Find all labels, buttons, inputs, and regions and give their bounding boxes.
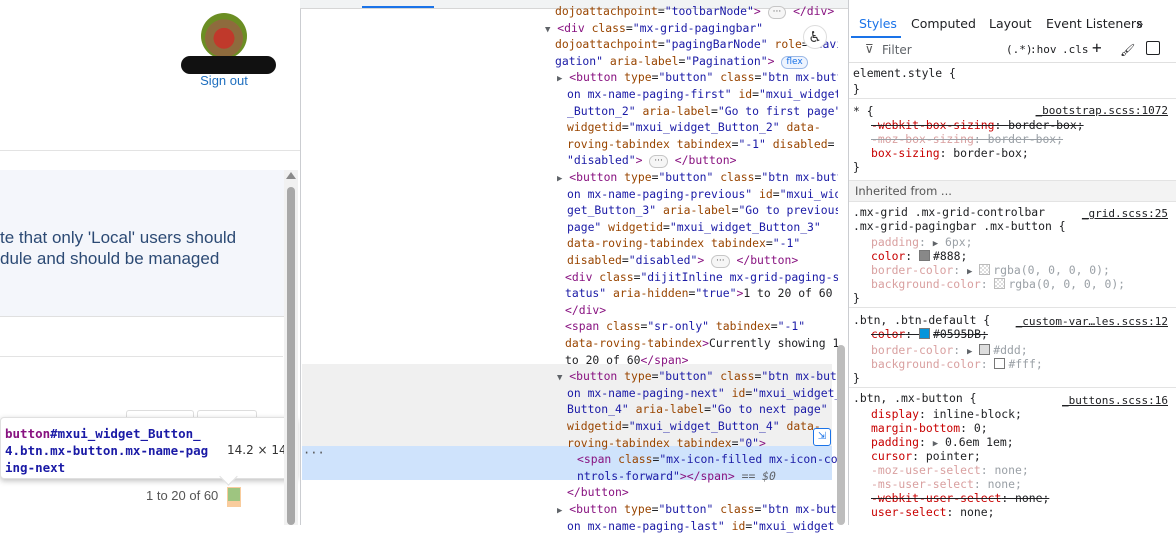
dom-tree-line[interactable]: roving-tabindex tabindex="0"> (567, 435, 838, 452)
filter-icon: ⊽ (865, 42, 874, 56)
dom-tree-line[interactable]: ▶ <button type="button" class="btn mx-bu… (557, 69, 838, 86)
tab-computed[interactable]: Computed (911, 16, 976, 31)
dom-tree-line[interactable]: <span class="mx-icon-filled mx-icon-co (577, 451, 838, 468)
btn-mx-button-selector[interactable]: .btn, .mx-button { (853, 391, 976, 405)
notice-text-line-2: dule and should be managed (0, 249, 220, 268)
page-scrollbar-thumb[interactable] (287, 187, 295, 525)
tab-layout[interactable]: Layout (989, 16, 1032, 31)
btn-default-selector[interactable]: .btn, .btn-default { (853, 313, 990, 327)
dom-tree-line[interactable]: on mx-name-paging-next" id="mxui_widget_ (567, 385, 838, 402)
accessibility-icon[interactable]: ♿ (803, 25, 827, 49)
dom-tree-line[interactable]: disabled="disabled"> ··· </button> (567, 252, 838, 269)
dom-tree-line[interactable]: ▶ <button type="button" class="btn mx-bu… (557, 169, 838, 186)
dom-tree-line[interactable]: data-roving-tabindex tabindex="-1" (567, 235, 838, 252)
dom-tree-line[interactable]: </div> (565, 302, 838, 319)
scroll-into-view-icon[interactable]: ⇲ (813, 428, 831, 446)
dom-tree-line[interactable]: on mx-name-paging-last" id="mxui_widget (567, 518, 838, 534)
dom-tree-line[interactable]: dojoattachpoint="toolbarNode"> ··· </div… (555, 3, 838, 20)
dom-tree-line[interactable]: roving-tabindex tabindex="-1" disabled= (567, 136, 838, 153)
dom-tree-line[interactable]: gation" aria-label="Pagination"> flex (555, 53, 838, 70)
source-link-custom-variables[interactable]: _custom-var…les.scss:12 (1000, 315, 1168, 329)
grid-pagingbar-selector[interactable]: .mx-grid .mx-grid-controlbar (853, 205, 1045, 219)
dom-tree-line[interactable]: ▼ <div class="mx-grid-pagingbar" (545, 20, 838, 37)
dom-tree-line[interactable]: data-roving-tabindex>Currently showing 1 (565, 335, 838, 352)
tab-event-listeners[interactable]: Event Listeners (1046, 16, 1143, 31)
dom-tree-line[interactable]: ▼ <button type="button" class="btn mx-bu… (557, 368, 838, 385)
paint-brush-icon[interactable]: 🖌 (1120, 43, 1135, 57)
dom-tree-line[interactable]: page" widgetid="mxui_widget_Button_3" (567, 219, 838, 236)
inspect-tooltip-selector: button#mxui_widget_Button_4.btn.mx-butto… (5, 425, 215, 476)
new-style-rule-button[interactable]: + (1092, 38, 1102, 57)
source-link-grid[interactable]: _grid.scss:25 (1050, 207, 1168, 221)
dom-tree-line[interactable]: "disabled"> ··· </button> (567, 152, 838, 169)
dom-tree-line[interactable]: <span class="sr-only" tabindex="-1" (565, 318, 838, 335)
class-toggle-button[interactable]: .cls (1062, 43, 1089, 56)
user-avatar[interactable] (201, 13, 247, 59)
tooltip-tag-name: button (5, 426, 51, 441)
toggle-sidebar-icon[interactable] (1146, 41, 1160, 55)
tab-styles[interactable]: Styles (859, 16, 897, 31)
dom-tree-line[interactable]: get_Button_3" aria-label="Go to previous (567, 202, 838, 219)
dom-tree-line[interactable]: to 20 of 60</span> (565, 352, 838, 369)
selected-node-dots-icon[interactable]: ··· (303, 446, 325, 460)
more-tabs-chevron-icon[interactable]: » (1136, 16, 1144, 31)
hover-state-button[interactable]: :hov (1030, 43, 1057, 56)
username-redacted (181, 56, 276, 74)
dom-tree-line[interactable]: ntrols-forward"></span> == $0 (577, 468, 838, 485)
dom-tree-line[interactable]: on mx-name-paging-first" id="mxui_widget (567, 86, 838, 103)
dom-tree-line[interactable]: </button> (567, 484, 838, 501)
elements-scrollbar-thumb[interactable] (837, 345, 845, 525)
paging-next-button-highlight[interactable] (228, 488, 240, 501)
dom-tree-line[interactable]: <div class="dijitInline mx-grid-paging-s (565, 269, 838, 286)
inherited-from-label: Inherited from ... (855, 184, 952, 198)
dom-tree-line[interactable]: dojoattachpoint="pagingBarNode" role="na… (555, 36, 838, 53)
divider (0, 356, 283, 357)
universal-selector[interactable]: * { (853, 104, 874, 118)
dom-tree-line[interactable]: on mx-name-paging-previous" id="mxui_wid (567, 186, 838, 203)
styles-filter-input[interactable]: Filter (882, 43, 912, 57)
source-link-buttons[interactable]: _buttons.scss:16 (1040, 394, 1168, 408)
element-style-rule[interactable]: element.style { (853, 66, 956, 80)
dom-tree-line[interactable]: _Button_2" aria-label="Go to first page" (567, 103, 838, 120)
dom-tree-line[interactable]: tatus" aria-hidden="true">1 to 20 of 60 (565, 285, 838, 302)
dom-tree-line[interactable]: widgetid="mxui_widget_Button_4" data- (567, 418, 838, 435)
dom-tree-line[interactable]: widgetid="mxui_widget_Button_2" data- (567, 119, 838, 136)
dom-tree-line[interactable]: ▶ <button type="button" class="btn mx-bu… (557, 501, 838, 518)
divider (0, 150, 300, 151)
regex-toggle-button[interactable]: (.*) (1006, 43, 1033, 56)
scroll-up-arrow-icon[interactable] (286, 172, 296, 179)
notice-text-line-1: te that only 'Local' users should (0, 228, 237, 247)
dom-tree-line[interactable]: Button_4" aria-label="Go to next page" (567, 401, 838, 418)
paging-status: 1 to 20 of 60 (146, 488, 219, 503)
source-link-bootstrap[interactable]: _bootstrap.scss:1072 (1000, 104, 1168, 118)
